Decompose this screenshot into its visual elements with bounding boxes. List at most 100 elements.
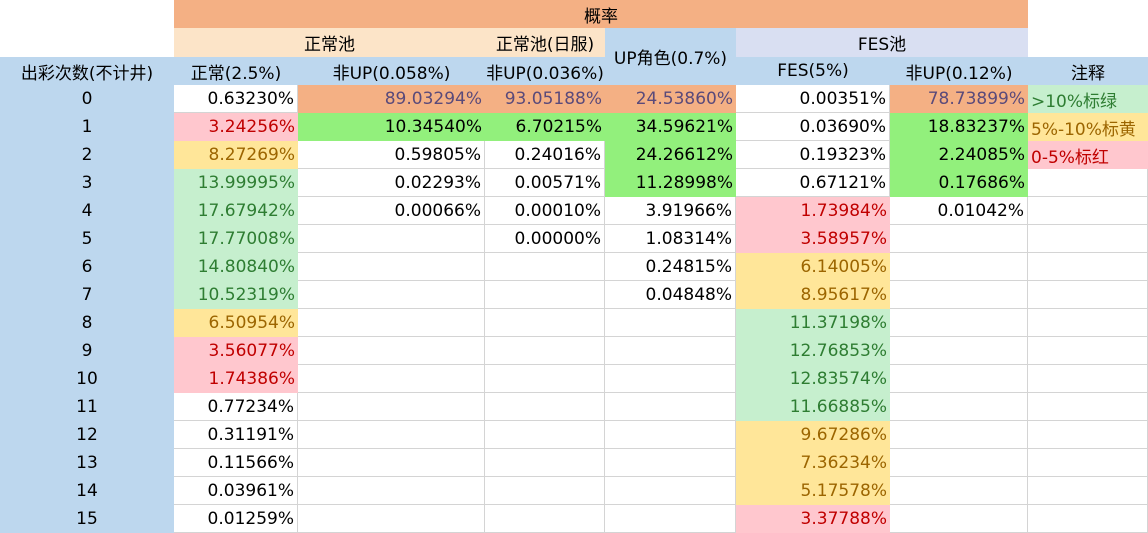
row-count[interactable]: 2 — [0, 141, 174, 169]
cell-fes[interactable]: 12.76853% — [736, 337, 890, 365]
row-count[interactable]: 10 — [0, 365, 174, 393]
cell-note[interactable] — [1028, 253, 1148, 281]
row-count[interactable]: 6 — [0, 253, 174, 281]
cell-fes[interactable]: 1.73984% — [736, 197, 890, 225]
col-non-up-1[interactable]: 非UP(0.058%) — [298, 57, 485, 85]
cell-normal[interactable]: 0.11566% — [174, 449, 298, 477]
cell-note[interactable] — [1028, 477, 1148, 505]
cell-note[interactable] — [1028, 365, 1148, 393]
cell-non-up-1[interactable] — [298, 449, 485, 477]
cell-non-up-2[interactable] — [485, 309, 605, 337]
cell-non-up-2[interactable] — [485, 393, 605, 421]
cell-non-up-1[interactable] — [298, 309, 485, 337]
cell-non-up-2[interactable] — [485, 477, 605, 505]
cell-non-up-3[interactable] — [890, 337, 1028, 365]
cell-non-up-1[interactable] — [298, 337, 485, 365]
cell-fes[interactable]: 0.67121% — [736, 169, 890, 197]
cell-non-up-3[interactable]: 0.17686% — [890, 169, 1028, 197]
row-count[interactable]: 1 — [0, 113, 174, 141]
cell-note[interactable] — [1028, 505, 1148, 533]
cell-non-up-3[interactable] — [890, 505, 1028, 533]
cell-non-up-3[interactable] — [890, 281, 1028, 309]
row-count[interactable]: 14 — [0, 477, 174, 505]
cell-non-up-1[interactable]: 89.03294% — [298, 85, 485, 113]
cell-note[interactable] — [1028, 421, 1148, 449]
cell-normal[interactable]: 0.03961% — [174, 477, 298, 505]
cell-note[interactable]: 0-5%标红 — [1028, 141, 1148, 169]
row-count[interactable]: 7 — [0, 281, 174, 309]
cell-normal[interactable]: 13.99995% — [174, 169, 298, 197]
row-count[interactable]: 8 — [0, 309, 174, 337]
cell-non-up-3[interactable] — [890, 365, 1028, 393]
cell-non-up-3[interactable]: 0.01042% — [890, 197, 1028, 225]
cell-normal[interactable]: 1.74386% — [174, 365, 298, 393]
cell-normal[interactable]: 3.24256% — [174, 113, 298, 141]
row-count[interactable]: 0 — [0, 85, 174, 113]
cell-non-up-2[interactable] — [485, 421, 605, 449]
header-fes-pool[interactable]: FES池 — [736, 28, 1028, 57]
row-count[interactable]: 12 — [0, 421, 174, 449]
cell-note[interactable] — [1028, 337, 1148, 365]
row-count[interactable]: 13 — [0, 449, 174, 477]
cell-non-up-2[interactable] — [485, 253, 605, 281]
cell-non-up-1[interactable] — [298, 281, 485, 309]
row-count[interactable]: 15 — [0, 505, 174, 533]
cell-up-role[interactable]: 11.28998% — [605, 169, 736, 197]
cell-up-role[interactable]: 0.04848% — [605, 281, 736, 309]
cell-up-role[interactable]: 1.08314% — [605, 225, 736, 253]
cell-up-role[interactable]: 24.53860% — [605, 85, 736, 113]
cell-non-up-1[interactable]: 10.34540% — [298, 113, 485, 141]
cell-normal[interactable]: 14.80840% — [174, 253, 298, 281]
cell-non-up-1[interactable]: 0.02293% — [298, 169, 485, 197]
cell-non-up-2[interactable]: 6.70215% — [485, 113, 605, 141]
cell-note[interactable] — [1028, 309, 1148, 337]
cell-up-role[interactable] — [605, 421, 736, 449]
col-non-up-3[interactable]: 非UP(0.12%) — [890, 57, 1028, 85]
row-count[interactable]: 3 — [0, 169, 174, 197]
cell-up-role[interactable] — [605, 309, 736, 337]
cell-non-up-2[interactable]: 0.00000% — [485, 225, 605, 253]
cell-up-role[interactable]: 3.91966% — [605, 197, 736, 225]
cell-fes[interactable]: 7.36234% — [736, 449, 890, 477]
cell-fes[interactable]: 8.95617% — [736, 281, 890, 309]
cell-normal[interactable]: 3.56077% — [174, 337, 298, 365]
cell-fes[interactable]: 5.17578% — [736, 477, 890, 505]
cell-up-role[interactable] — [605, 337, 736, 365]
cell-note[interactable] — [1028, 281, 1148, 309]
cell-normal[interactable]: 10.52319% — [174, 281, 298, 309]
cell-non-up-1[interactable] — [298, 253, 485, 281]
cell-normal[interactable]: 0.01259% — [174, 505, 298, 533]
cell-fes[interactable]: 0.00351% — [736, 85, 890, 113]
cell-normal[interactable]: 17.77008% — [174, 225, 298, 253]
cell-non-up-3[interactable]: 18.83237% — [890, 113, 1028, 141]
cell-normal[interactable]: 17.67942% — [174, 197, 298, 225]
cell-up-role[interactable] — [605, 505, 736, 533]
cell-fes[interactable]: 3.37788% — [736, 505, 890, 533]
cell-up-role[interactable]: 24.26612% — [605, 141, 736, 169]
cell-non-up-3[interactable] — [890, 253, 1028, 281]
header-normal-pool-jp[interactable]: 正常池(日服) — [485, 28, 605, 57]
cell-non-up-2[interactable] — [485, 281, 605, 309]
cell-fes[interactable]: 0.03690% — [736, 113, 890, 141]
cell-non-up-2[interactable]: 0.00010% — [485, 197, 605, 225]
cell-fes[interactable]: 3.58957% — [736, 225, 890, 253]
cell-up-role[interactable] — [605, 393, 736, 421]
cell-non-up-3[interactable]: 2.24085% — [890, 141, 1028, 169]
cell-fes[interactable]: 9.67286% — [736, 421, 890, 449]
cell-note[interactable] — [1028, 197, 1148, 225]
cell-non-up-3[interactable] — [890, 449, 1028, 477]
cell-normal[interactable]: 0.63230% — [174, 85, 298, 113]
col-note[interactable]: 注释 — [1028, 57, 1148, 85]
cell-normal[interactable]: 8.27269% — [174, 141, 298, 169]
cell-non-up-3[interactable] — [890, 225, 1028, 253]
cell-up-role[interactable] — [605, 365, 736, 393]
cell-non-up-1[interactable] — [298, 225, 485, 253]
cell-non-up-2[interactable] — [485, 505, 605, 533]
cell-fes[interactable]: 12.83574% — [736, 365, 890, 393]
cell-normal[interactable]: 0.77234% — [174, 393, 298, 421]
row-count[interactable]: 9 — [0, 337, 174, 365]
col-count[interactable]: 出彩次数(不计井) — [0, 57, 174, 85]
col-non-up-2[interactable]: 非UP(0.036%) — [485, 57, 605, 85]
cell-fes[interactable]: 6.14005% — [736, 253, 890, 281]
cell-non-up-1[interactable] — [298, 477, 485, 505]
